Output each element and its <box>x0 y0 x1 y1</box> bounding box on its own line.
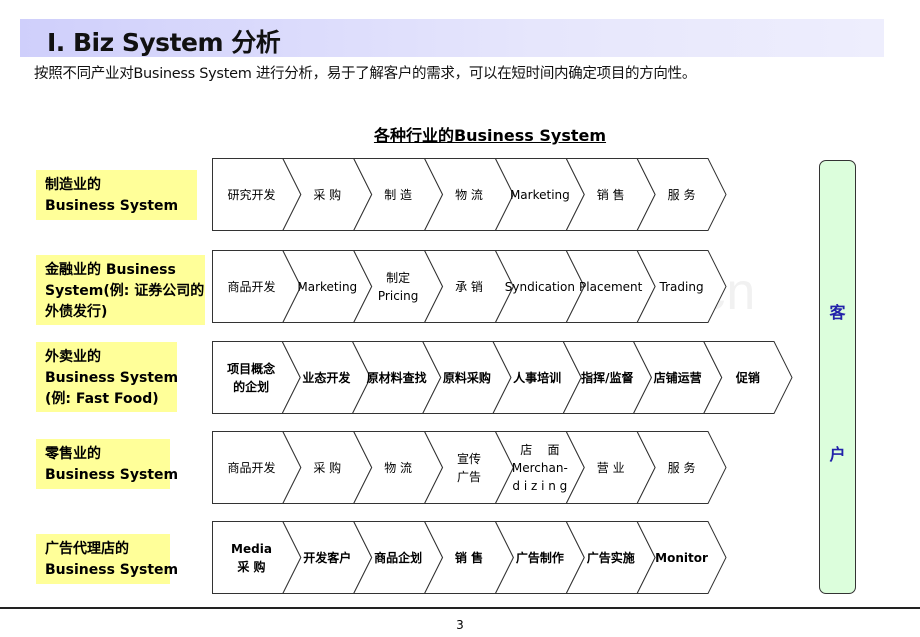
chevron-step-label: 项目概念 的企划 <box>227 361 276 394</box>
chevron-step-label: 物 流 <box>384 460 413 475</box>
chevron-step-label: 研究开发 <box>227 187 276 202</box>
footer-divider <box>0 607 920 609</box>
row-label-finance: 金融业的 Business System(例: 证券公司的 外债发行) <box>36 255 205 325</box>
customer-box: 客 户 <box>819 160 856 594</box>
chevron-step-label: 原料采购 <box>442 370 491 385</box>
chevron-step-label: 营 业 <box>596 460 625 475</box>
chevron-step-label: Marketing <box>297 279 358 294</box>
chevron-step-label: Placement <box>579 279 643 294</box>
chevron-step-label: Trading <box>659 279 704 294</box>
page-title: I. Biz System 分析 <box>47 28 281 57</box>
chevron-step-label: 广告实施 <box>586 550 635 565</box>
row-label-manufacturing: 制造业的 Business System <box>36 170 197 220</box>
chevron-step-label: 销 售 <box>596 187 625 202</box>
chevron-step-label: 人事培训 <box>513 370 562 385</box>
chevron-step-label: 商品开发 <box>227 460 276 475</box>
chevron-step-label: Marketing <box>509 187 570 202</box>
chevron-step-label: 店铺运营 <box>653 370 702 385</box>
chevron-step-label: 服 务 <box>667 187 696 202</box>
chevron-step-label: Monitor <box>655 550 708 565</box>
chevron-step-label: 指挥/监督 <box>581 370 634 385</box>
flow-finance: 商品开发 Marketing 制定 Pricing 承 销 Syndication Pla… <box>212 250 727 323</box>
chevron-step-label: 承 销 <box>455 279 483 294</box>
chevron-step-label: 原材料查找 <box>366 370 427 385</box>
chevron-step-label: 广告制作 <box>515 550 564 565</box>
chevron-step-label: 宣传 广告 <box>456 451 481 484</box>
chevron-step-label: 销 售 <box>454 550 484 565</box>
diagram-title: 各种行业的Business System <box>373 126 607 145</box>
chevron-step-label: Media 采 购 <box>231 541 272 574</box>
chevron-step-label: 商品企划 <box>374 550 423 565</box>
page-number: 3 <box>456 618 464 632</box>
chevron-step-label: 服 务 <box>667 460 696 475</box>
flow-manufacturing: 研究开发 采 购 制 造 物 流 Marketing 销 售 服 务 <box>212 158 727 231</box>
chevron-step-label: 采 购 <box>313 460 342 475</box>
flow-ad-agency: Media 采 购 开发客户 商品企划 销 售 广告制作 广告实施 Monitor <box>212 521 727 594</box>
flow-retail: 商品开发 采 购 物 流 宣传 广告 店 面 Merchan- d i z i n g 营… <box>212 431 727 504</box>
page-subtitle: 按照不同产业对Business System 进行分析，易于了解客户的需求，可以… <box>34 66 697 82</box>
customer-char-2: 户 <box>829 445 846 464</box>
customer-char-1: 客 <box>829 303 846 322</box>
chevron-step-label: Syndication <box>504 279 575 294</box>
row-label-ad-agency: 广告代理店的 Business System <box>36 534 178 584</box>
chevron-step-label: 促销 <box>735 370 760 385</box>
row-label-fast-food: 外卖业的 Business System (例: Fast Food) <box>36 342 178 412</box>
chevron-step-label: 制定 Pricing <box>377 270 419 303</box>
chevron-step-label: 采 购 <box>313 187 342 202</box>
chevron-step-label: 店 面 Merchan- d i z i n g <box>511 442 568 493</box>
chevron-step-label: 业态开发 <box>302 370 351 385</box>
title-bar: I. Biz System 分析 <box>20 19 884 57</box>
chevron-step-label: 开发客户 <box>303 550 352 565</box>
flow-fast-food: 项目概念 的企划 业态开发 原材料查找 原料采购 人事培训 指挥/监督 店铺运营 促销 <box>212 341 793 414</box>
row-label-retail: 零售业的 Business System <box>36 439 178 489</box>
chevron-step-label: 物 流 <box>455 187 483 202</box>
chevron-step-label: 商品开发 <box>227 279 276 294</box>
chevron-step-label: 制 造 <box>384 187 413 202</box>
